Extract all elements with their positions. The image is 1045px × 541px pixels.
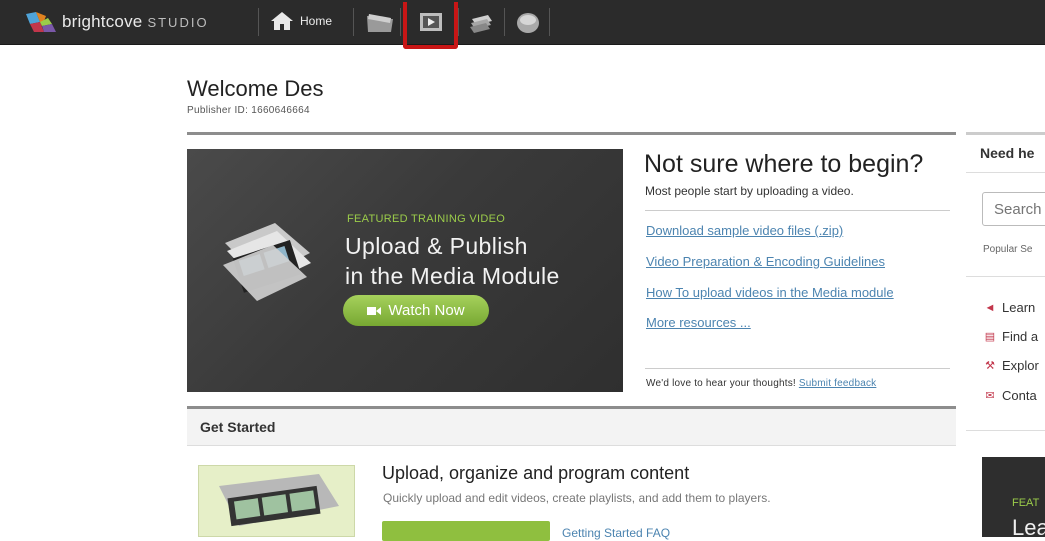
- help-search-input[interactable]: [992, 200, 1045, 219]
- help-item-learn[interactable]: ◄ Learn: [983, 300, 1036, 315]
- begin-subtitle: Most people start by uploading a video.: [645, 184, 854, 198]
- help-item-find[interactable]: ▤ Find a: [983, 329, 1038, 344]
- feedback-line: We'd love to hear your thoughts! Submit …: [646, 378, 876, 389]
- nav-analytics[interactable]: [514, 9, 544, 35]
- folder-icon: [367, 14, 393, 32]
- sidebar-divider: [966, 132, 1045, 135]
- link-upload-howto[interactable]: How To upload videos in the Media module: [646, 285, 894, 300]
- nav-home[interactable]: Home: [270, 10, 332, 32]
- upload-section-title: Upload, organize and program content: [382, 463, 690, 483]
- brightcove-logo[interactable]: brightcove STUDIO: [22, 10, 209, 34]
- hero-title: Upload & Publish in the Media Module: [345, 231, 560, 291]
- link-download-samples[interactable]: Download sample video files (.zip): [646, 223, 843, 238]
- upload-media-button[interactable]: [382, 521, 550, 541]
- video-camera-icon: [367, 306, 382, 315]
- hero-title-line1: Upload & Publish: [345, 233, 528, 259]
- divider: [966, 430, 1045, 431]
- divider: [966, 172, 1045, 173]
- hero-title-line2: in the Media Module: [345, 263, 560, 289]
- nav-divider: [353, 8, 354, 36]
- submit-feedback-link[interactable]: Submit feedback: [799, 378, 877, 389]
- envelope-icon: ✉: [985, 390, 995, 402]
- need-help-heading: Need he: [980, 145, 1035, 161]
- stack-icon: [470, 15, 492, 33]
- featured-video-banner[interactable]: FEATURED TRAINING VIDEO Upload & Publish…: [187, 149, 623, 392]
- help-item-contact[interactable]: ✉ Conta: [983, 388, 1037, 403]
- nav-divider: [400, 8, 401, 36]
- promo-title: Lea: [1012, 515, 1045, 540]
- help-item-label: Explor: [1002, 358, 1039, 373]
- upload-section-subtitle: Quickly upload and edit videos, create p…: [383, 491, 771, 505]
- feedback-text: We'd love to hear your thoughts!: [646, 378, 796, 389]
- nav-publishing[interactable]: [466, 9, 496, 35]
- help-item-label: Conta: [1002, 388, 1037, 403]
- page-title: Welcome Des: [187, 76, 324, 101]
- wrench-icon: ⚒: [985, 360, 995, 372]
- help-item-explore[interactable]: ⚒ Explor: [983, 358, 1039, 373]
- document-icon: ▤: [984, 331, 996, 343]
- nav-divider: [549, 8, 550, 36]
- brightcove-logo-mark-icon: [26, 12, 56, 32]
- help-search-box[interactable]: [982, 192, 1045, 226]
- get-started-header: [187, 409, 956, 446]
- begin-heading: Not sure where to begin?: [644, 150, 924, 178]
- get-started-title: Get Started: [200, 419, 276, 435]
- link-more-resources[interactable]: More resources ...: [646, 315, 751, 330]
- help-item-label: Learn: [1002, 300, 1036, 315]
- product-name: STUDIO: [147, 14, 209, 30]
- getting-started-faq-link[interactable]: Getting Started FAQ: [562, 526, 670, 540]
- top-navigation-bar: brightcove STUDIO Home: [0, 0, 1045, 49]
- watch-now-button[interactable]: Watch Now: [343, 295, 489, 326]
- watch-now-label: Watch Now: [388, 302, 465, 319]
- popular-searches-label: Popular Se: [983, 244, 1033, 255]
- nav-home-label: Home: [300, 14, 333, 28]
- video-folder-illustration-icon: [223, 223, 311, 301]
- sidebar-promo-banner[interactable]: FEAT Lea: [982, 457, 1045, 540]
- media-folder-icon: [219, 474, 339, 527]
- nav-divider: [258, 8, 259, 36]
- nav-content[interactable]: [365, 9, 395, 35]
- home-icon: [271, 12, 293, 30]
- publisher-id: Publisher ID: 1660646664: [187, 105, 310, 116]
- divider: [966, 276, 1045, 277]
- upload-thumbnail: [198, 465, 355, 537]
- nav-divider: [458, 8, 459, 36]
- promo-kicker: FEAT: [1012, 497, 1040, 509]
- disc-icon: [517, 13, 539, 33]
- nav-divider: [504, 8, 505, 36]
- hero-kicker: FEATURED TRAINING VIDEO: [347, 213, 506, 225]
- section-divider: [187, 132, 956, 135]
- divider: [645, 210, 950, 211]
- megaphone-icon: ◄: [984, 301, 996, 314]
- brand-name: brightcove: [62, 12, 143, 31]
- active-nav-highlight: [403, 2, 458, 49]
- link-encoding-guidelines[interactable]: Video Preparation & Encoding Guidelines: [646, 254, 885, 269]
- divider: [645, 368, 950, 369]
- help-item-label: Find a: [1002, 329, 1039, 344]
